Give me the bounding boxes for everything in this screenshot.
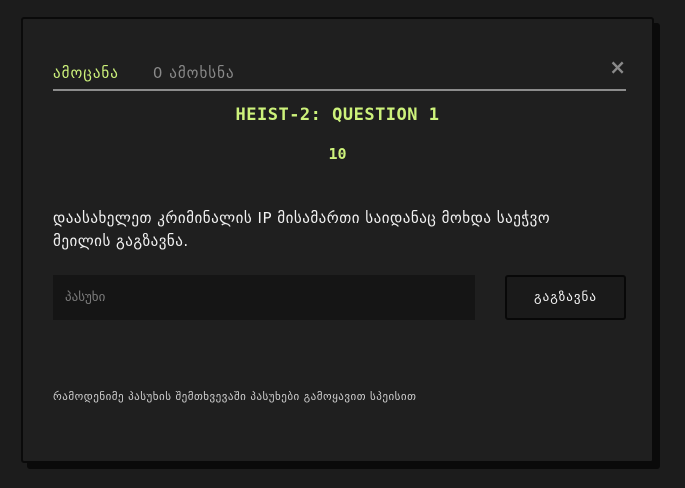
- challenge-description: დაასახელეთ კრიმინალის IP მისამართი საიდა…: [53, 209, 551, 250]
- challenge-points: 10: [328, 145, 347, 163]
- tab-challenge[interactable]: ამოცანა: [53, 64, 119, 84]
- challenge-modal: ამოცანა 0 ამოხსნა × HEIST-2: QUESTION 1 …: [21, 17, 654, 463]
- modal-tabs: ამოცანა 0 ამოხსნა: [53, 59, 626, 91]
- close-icon[interactable]: ×: [609, 55, 626, 79]
- answer-input[interactable]: [53, 275, 475, 320]
- challenge-title: HEIST-2: QUESTION 1: [235, 105, 440, 125]
- submit-button[interactable]: გაგზავნა: [505, 275, 626, 320]
- tab-solves[interactable]: 0 ამოხსნა: [153, 64, 235, 84]
- footer-note: რამოდენიმე პასუხის შემთხვევაში პასუხები …: [53, 390, 417, 403]
